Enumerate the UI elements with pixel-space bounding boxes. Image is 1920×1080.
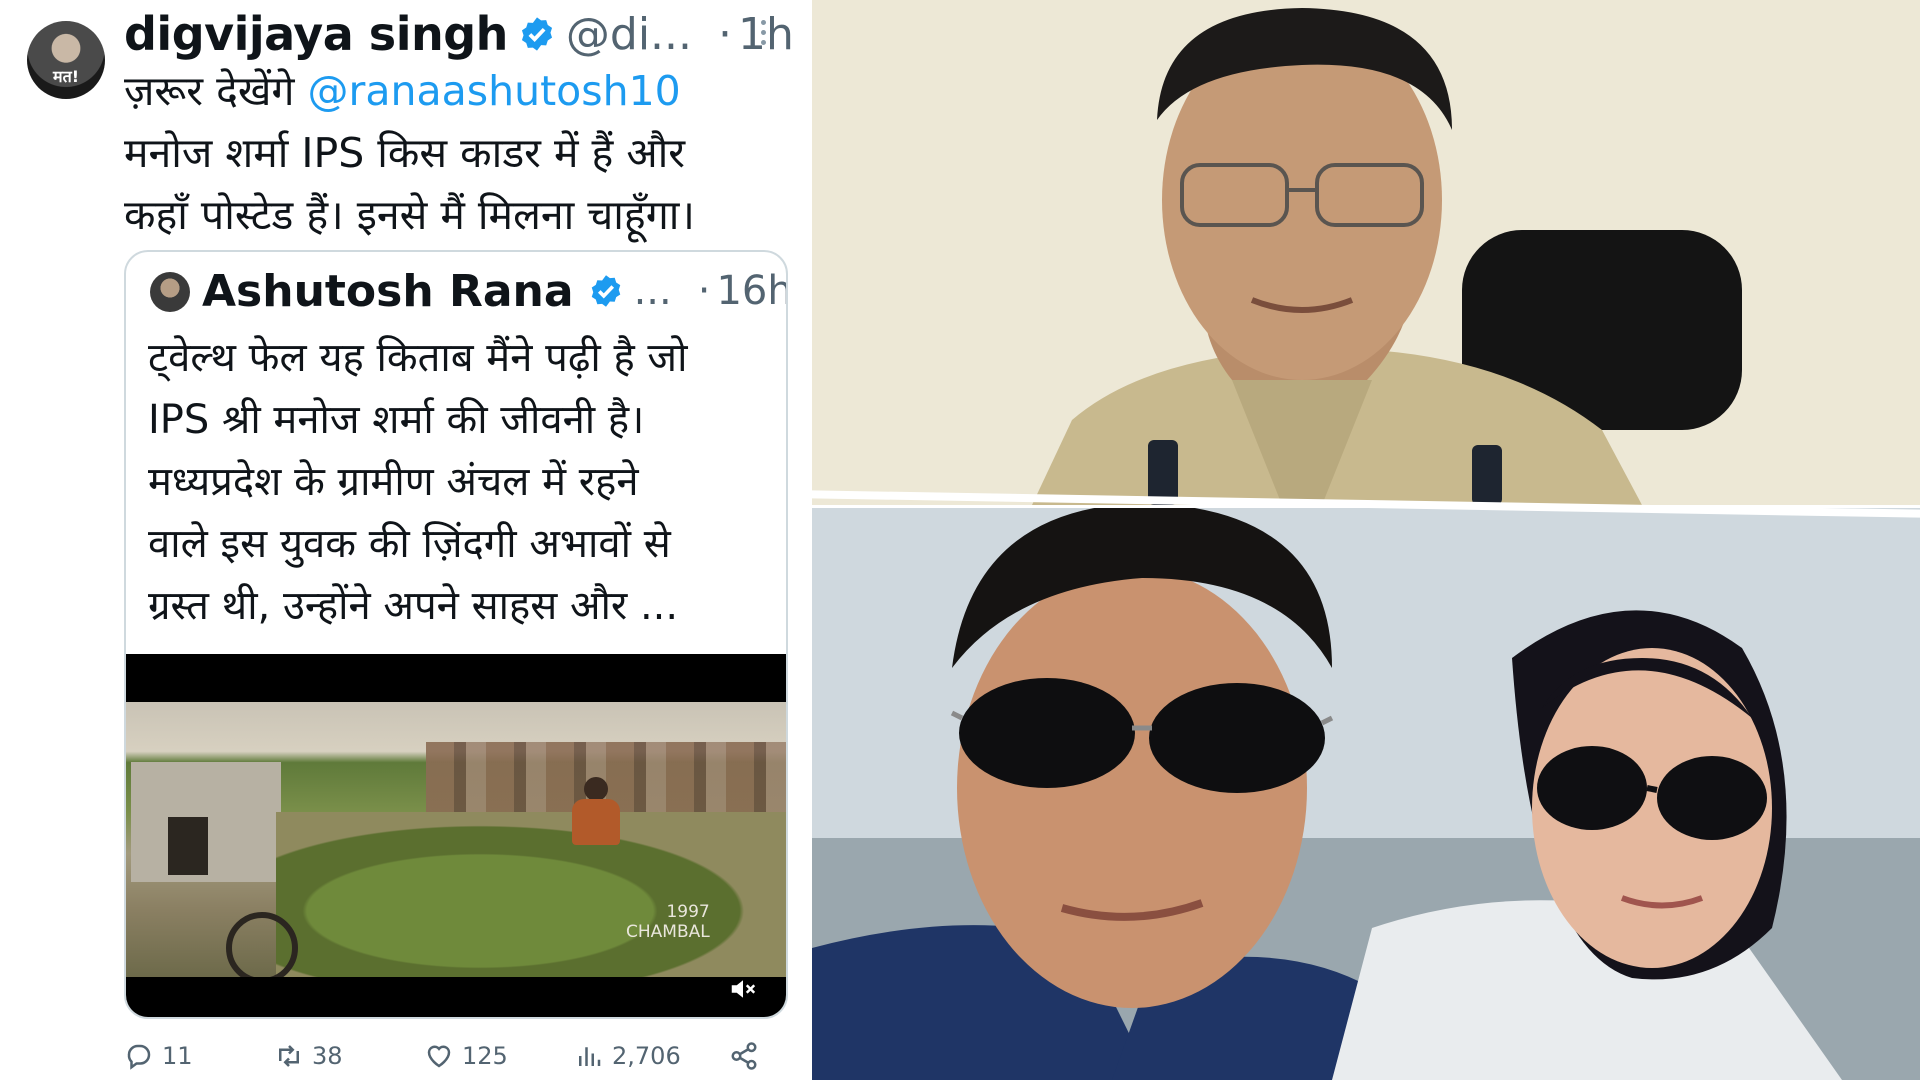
mention-link[interactable]: @ranaashutosh10 (308, 67, 681, 115)
quoted-header: Ashutosh Rana ... · 16h (202, 262, 788, 320)
couple-illustration (812, 508, 1920, 1080)
hut-door (168, 817, 208, 875)
officer-illustration (812, 0, 1920, 505)
grass (276, 812, 786, 977)
quoted-author-avatar (150, 272, 190, 312)
verified-badge-icon (591, 275, 620, 307)
heart-icon (427, 1045, 451, 1068)
caption-year: 1997 (666, 902, 710, 922)
like-count: 125 (462, 1042, 508, 1070)
tweet-text: ज़रूर देखेंगे @ranaashutosh10 मनोज शर्मा… (124, 60, 804, 246)
photo-officer-uniform (812, 0, 1920, 505)
quoted-tweet[interactable]: Ashutosh Rana ... · 16h ट्वेल्थ फेल यह क… (124, 250, 788, 1019)
verified-badge-icon (521, 17, 552, 51)
views-chart-icon (579, 1047, 601, 1066)
like-button[interactable]: 125 (424, 1036, 508, 1076)
quoted-text-line: ट्वेल्थ फेल यह किताब मैंने पढ़ी है जो (148, 335, 688, 381)
quoted-text-line: ग्रस्त थी, उन्होंने अपने साहस और ... (148, 583, 679, 629)
tweet-text-prefix: ज़रूर देखेंगे (124, 67, 308, 115)
separator-dot: · (697, 268, 711, 314)
views-count: 2,706 (612, 1042, 681, 1070)
tweet-header: digvijaya singh @di... · 1h (124, 4, 794, 64)
retweet-button[interactable]: 38 (274, 1036, 343, 1076)
caption-place: CHAMBAL (626, 922, 710, 942)
tweet-card: मत! digvijaya singh @di... · 1h ज़रूर दे… (0, 0, 808, 1080)
photo-couple-selfie (812, 508, 1920, 1080)
author-handle[interactable]: @di... (566, 9, 692, 60)
reply-button[interactable]: 11 (124, 1036, 193, 1076)
tweet-text-line: मनोज शर्मा IPS किस काडर में हैं और (124, 129, 686, 177)
quoted-text: ट्वेल्थ फेल यह किताब मैंने पढ़ी है जो IP… (148, 327, 768, 637)
tweet-actions: 11 38 125 2,706 (124, 1036, 774, 1076)
author-name[interactable]: digvijaya singh (124, 7, 508, 61)
video-caption: 1997 CHAMBAL (626, 902, 710, 942)
cart-wheel (226, 912, 298, 977)
share-icon (731, 1042, 757, 1070)
reading-boy (566, 777, 626, 847)
share-button[interactable] (729, 1036, 767, 1076)
quoted-time: 16h (716, 268, 788, 314)
mute-icon[interactable] (726, 974, 760, 1004)
tweet-text-line: कहाँ पोस्टेड हैं। इनसे मैं मिलना चाहूँगा… (124, 191, 695, 239)
reply-icon (127, 1044, 151, 1070)
video-frame: 1997 CHAMBAL (126, 702, 786, 977)
retweet-count: 38 (312, 1042, 343, 1070)
quoted-text-line: IPS श्री मनोज शर्मा की जीवनी है। (148, 397, 645, 443)
separator-dot: · (718, 8, 733, 60)
reply-count: 11 (162, 1042, 193, 1070)
avatar-text: मत! (53, 67, 79, 86)
quoted-handle-ellipsis: ... (633, 268, 672, 314)
quoted-text-line: मध्यप्रदेश के ग्रामीण अंचल में रहने (148, 459, 639, 505)
more-options-icon[interactable] (760, 20, 768, 50)
video-player[interactable]: 1997 CHAMBAL (126, 654, 786, 1017)
retweet-icon (279, 1045, 299, 1067)
views-button[interactable]: 2,706 (574, 1036, 681, 1076)
author-avatar[interactable]: मत! (27, 21, 105, 99)
quoted-text-line: वाले इस युवक की ज़िंदगी अभावों से (148, 521, 671, 567)
quoted-author-name: Ashutosh Rana (202, 265, 574, 317)
